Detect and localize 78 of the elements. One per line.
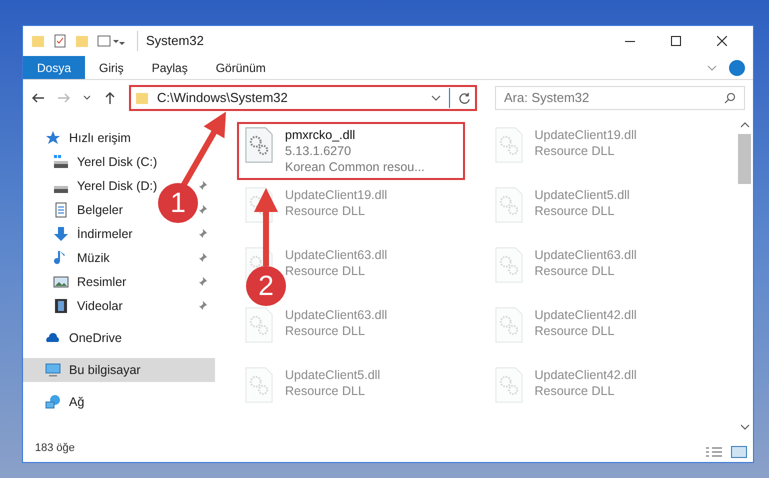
help-icon[interactable] bbox=[729, 60, 745, 76]
scroll-down-icon[interactable] bbox=[740, 422, 750, 432]
pin-icon[interactable] bbox=[197, 277, 207, 287]
file-description: Resource DLL bbox=[285, 323, 366, 339]
folder-icon bbox=[31, 34, 45, 48]
pin-icon[interactable] bbox=[197, 181, 207, 191]
chevron-down-icon[interactable] bbox=[83, 94, 91, 102]
sidebar-item[interactable]: OneDrive bbox=[69, 328, 122, 348]
scroll-up-icon[interactable] bbox=[740, 120, 750, 130]
sidebar-item[interactable]: İndirmeler bbox=[77, 224, 133, 244]
file-version: 5.13.1.6270 bbox=[285, 143, 352, 159]
file-description: Resource DLL bbox=[534, 143, 616, 159]
file-gear-icon bbox=[494, 367, 522, 403]
sidebar-item[interactable]: Yerel Disk (D:) bbox=[77, 176, 158, 196]
picture-icon bbox=[53, 274, 69, 290]
sidebar-item[interactable]: Yerel Disk (C:) bbox=[77, 152, 158, 172]
chevron-down-icon[interactable] bbox=[431, 93, 441, 103]
file-gear-icon bbox=[494, 127, 522, 163]
pin-icon[interactable] bbox=[197, 253, 207, 263]
sidebar-item[interactable]: Hızlı erişim bbox=[69, 128, 131, 148]
star-icon bbox=[45, 130, 61, 146]
window-title: System32 bbox=[137, 31, 204, 51]
up-arrow-icon[interactable] bbox=[103, 91, 117, 105]
file-description: Resource DLL bbox=[285, 263, 366, 279]
search-field[interactable]: Ara: System32 bbox=[504, 88, 724, 108]
minimize-icon[interactable] bbox=[625, 40, 635, 42]
folder-icon bbox=[75, 34, 89, 48]
file-description: Resource DLL bbox=[534, 323, 616, 339]
ribbon-tab[interactable]: Giriş bbox=[85, 56, 138, 79]
file-description: Resource DLL bbox=[285, 383, 366, 399]
search-icon[interactable] bbox=[724, 92, 736, 104]
sidebar-item[interactable]: Belgeler bbox=[77, 200, 123, 220]
network-icon bbox=[45, 394, 61, 410]
download-arrow-icon bbox=[53, 226, 69, 242]
scrollbar-thumb[interactable] bbox=[738, 134, 751, 184]
document-icon bbox=[53, 202, 69, 218]
file-gear-icon bbox=[245, 127, 273, 163]
file-description: Resource DLL bbox=[534, 203, 616, 219]
file-tile[interactable]: pmxrcko_.dll 5.13.1.6270 Korean Common resou... bbox=[237, 122, 465, 180]
drive-icon bbox=[53, 154, 69, 170]
search-box[interactable]: Ara: System32 bbox=[495, 86, 745, 110]
toolbar-dropdown-icon[interactable] bbox=[97, 34, 125, 48]
file-description: Korean Common resou... bbox=[285, 159, 425, 175]
folder-icon bbox=[135, 91, 149, 105]
sidebar-item[interactable]: Videolar bbox=[77, 296, 123, 316]
properties-icon bbox=[53, 34, 67, 48]
file-name: pmxrcko_.dll bbox=[285, 127, 356, 143]
file-description: Resource DLL bbox=[534, 383, 616, 399]
tiles-view-icon[interactable] bbox=[731, 446, 747, 458]
pin-icon[interactable] bbox=[197, 205, 207, 215]
close-icon[interactable] bbox=[717, 36, 727, 46]
film-icon bbox=[53, 298, 69, 314]
sidebar-item[interactable]: Müzik bbox=[77, 248, 110, 268]
file-gear-icon bbox=[494, 247, 522, 283]
file-gear-icon bbox=[494, 307, 522, 343]
details-view-icon[interactable] bbox=[705, 446, 723, 458]
address-bar[interactable]: C:\Windows\System32 bbox=[129, 85, 477, 111]
file-gear-icon bbox=[245, 367, 273, 403]
drive-icon bbox=[53, 185, 69, 193]
ribbon-tab[interactable]: Görünüm bbox=[202, 56, 280, 79]
ribbon-tab[interactable]: Paylaş bbox=[138, 56, 202, 79]
file-gear-icon bbox=[494, 187, 522, 223]
sidebar-item[interactable]: Resimler bbox=[77, 272, 126, 292]
computer-icon bbox=[45, 362, 61, 378]
file-gear-icon bbox=[245, 187, 273, 223]
maximize-icon[interactable] bbox=[671, 36, 681, 46]
file-gear-icon bbox=[245, 307, 273, 343]
file-description: Resource DLL bbox=[534, 263, 616, 279]
sidebar-item[interactable]: Bu bilgisayar bbox=[23, 358, 215, 382]
refresh-icon[interactable] bbox=[458, 92, 471, 104]
sidebar-item[interactable]: Ağ bbox=[69, 392, 84, 412]
back-arrow-icon[interactable] bbox=[31, 91, 45, 105]
item-count: 183 öğe bbox=[35, 440, 76, 456]
pin-icon[interactable] bbox=[197, 229, 207, 239]
file-description: Resource DLL bbox=[285, 203, 366, 219]
address-path: C:\Windows\System32 bbox=[157, 89, 288, 108]
pin-icon[interactable] bbox=[197, 301, 207, 311]
ribbon-tab[interactable]: Dosya bbox=[23, 56, 86, 79]
